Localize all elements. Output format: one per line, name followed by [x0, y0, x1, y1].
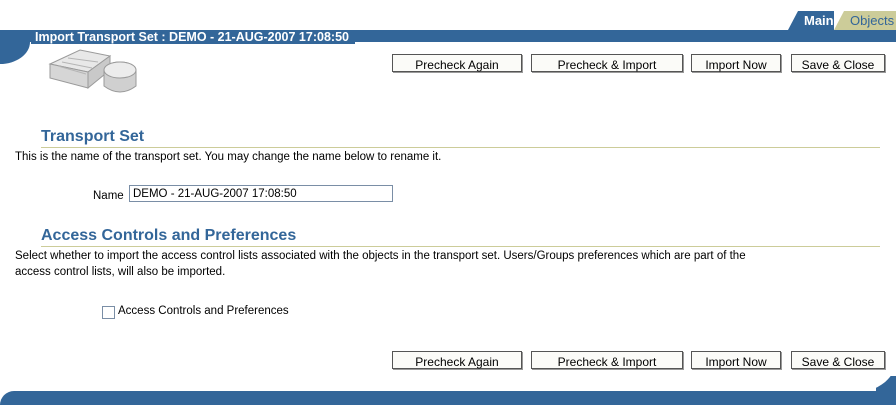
tab-objects[interactable]: Objects: [834, 11, 896, 30]
transport-set-description: This is the name of the transport set. Y…: [15, 151, 442, 163]
save-close-button[interactable]: Save & Close: [791, 54, 885, 72]
section-divider: [41, 246, 880, 247]
access-controls-checkbox[interactable]: [102, 306, 115, 319]
precheck-import-button[interactable]: Precheck & Import: [531, 351, 683, 369]
save-close-button[interactable]: Save & Close: [791, 351, 885, 369]
access-description-line1: Select whether to import the access cont…: [15, 250, 746, 262]
page-title: Import Transport Set : DEMO - 21-AUG-200…: [31, 30, 355, 44]
access-controls-checkbox-label: Access Controls and Preferences: [118, 305, 289, 317]
access-description-line2: access control lists, will also be impor…: [15, 266, 226, 278]
access-controls-heading: Access Controls and Preferences: [41, 227, 297, 244]
precheck-import-button[interactable]: Precheck & Import: [531, 54, 683, 72]
name-label: Name: [93, 190, 124, 202]
bottom-button-row: Precheck Again Precheck & Import Import …: [0, 351, 896, 371]
precheck-again-button[interactable]: Precheck Again: [392, 54, 522, 72]
footer-corner: [876, 376, 896, 392]
import-now-button[interactable]: Import Now: [691, 351, 781, 369]
section-divider: [41, 147, 880, 148]
tab-bar: Main Objects: [776, 8, 896, 30]
footer-bar: [15, 391, 896, 405]
tab-main[interactable]: Main: [788, 11, 834, 30]
top-button-row: Precheck Again Precheck & Import Import …: [0, 54, 896, 74]
transport-set-heading: Transport Set: [41, 128, 145, 145]
import-now-button[interactable]: Import Now: [691, 54, 781, 72]
name-input[interactable]: [129, 185, 393, 202]
precheck-again-button[interactable]: Precheck Again: [392, 351, 522, 369]
